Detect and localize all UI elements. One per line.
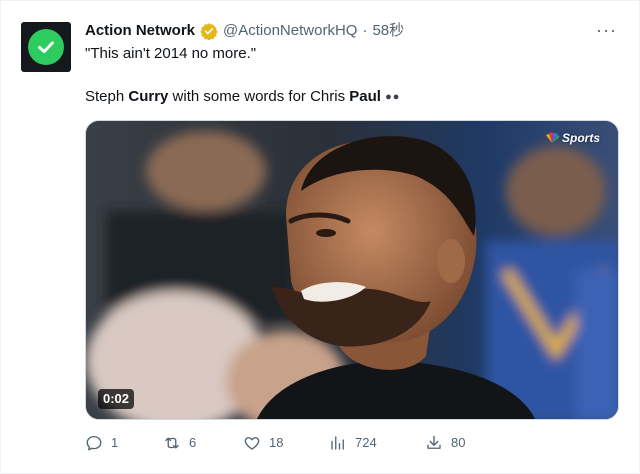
timestamp[interactable]: 58秒 — [372, 21, 404, 41]
tweet-quote-line: "This ain't 2014 no more." — [85, 45, 257, 62]
video-player[interactable]: Sports 0:02 — [85, 120, 619, 420]
reply-icon — [86, 435, 102, 451]
body-bold-curry: Curry — [128, 88, 169, 105]
like-icon — [244, 437, 260, 450]
action-bar: 1 6 18 724 80 — [85, 433, 505, 455]
like-count: 18 — [269, 435, 284, 450]
user-handle[interactable]: @ActionNetworkHQ — [223, 21, 357, 41]
watermark-text: Sports — [561, 131, 600, 145]
avatar[interactable] — [21, 22, 71, 72]
body-part-1: Steph — [85, 88, 129, 105]
avatar-logo — [28, 29, 64, 65]
peacock-icon — [545, 132, 560, 143]
body-bold-paul: Paul — [349, 88, 381, 105]
tweet-card[interactable]: Action Network @ActionNetworkHQ · 58秒 ··… — [0, 0, 640, 474]
reply-count: 1 — [111, 435, 119, 450]
repost-button[interactable]: 6 — [163, 433, 196, 453]
repost-count: 6 — [189, 435, 197, 450]
verified-badge-icon[interactable] — [200, 22, 218, 40]
separator-dot: · — [362, 22, 368, 39]
like-button[interactable]: 18 — [243, 433, 283, 453]
body-part-2: with some words for Chris — [168, 88, 350, 105]
views-button[interactable]: 724 — [329, 433, 377, 453]
display-name[interactable]: Action Network — [85, 21, 195, 41]
video-frame — [86, 121, 618, 419]
tweet-header: Action Network @ActionNetworkHQ · 58秒 — [85, 21, 404, 41]
eyes-emoji: ●● — [385, 91, 401, 103]
repost-icon — [165, 437, 179, 449]
share-button[interactable]: 80 — [425, 433, 465, 453]
reply-button[interactable]: 1 — [85, 433, 118, 453]
views-icon — [331, 436, 344, 450]
tweet-body: Steph Curry with some words for Chris Pa… — [85, 87, 400, 107]
video-duration: 0:02 — [98, 389, 135, 409]
bookmark-count: 80 — [451, 435, 466, 450]
nbc-sports-watermark: Sports — [544, 131, 600, 145]
more-icon[interactable]: ··· — [596, 21, 617, 39]
share-icon — [427, 435, 441, 449]
views-count: 724 — [355, 435, 377, 450]
check-icon — [38, 41, 54, 54]
